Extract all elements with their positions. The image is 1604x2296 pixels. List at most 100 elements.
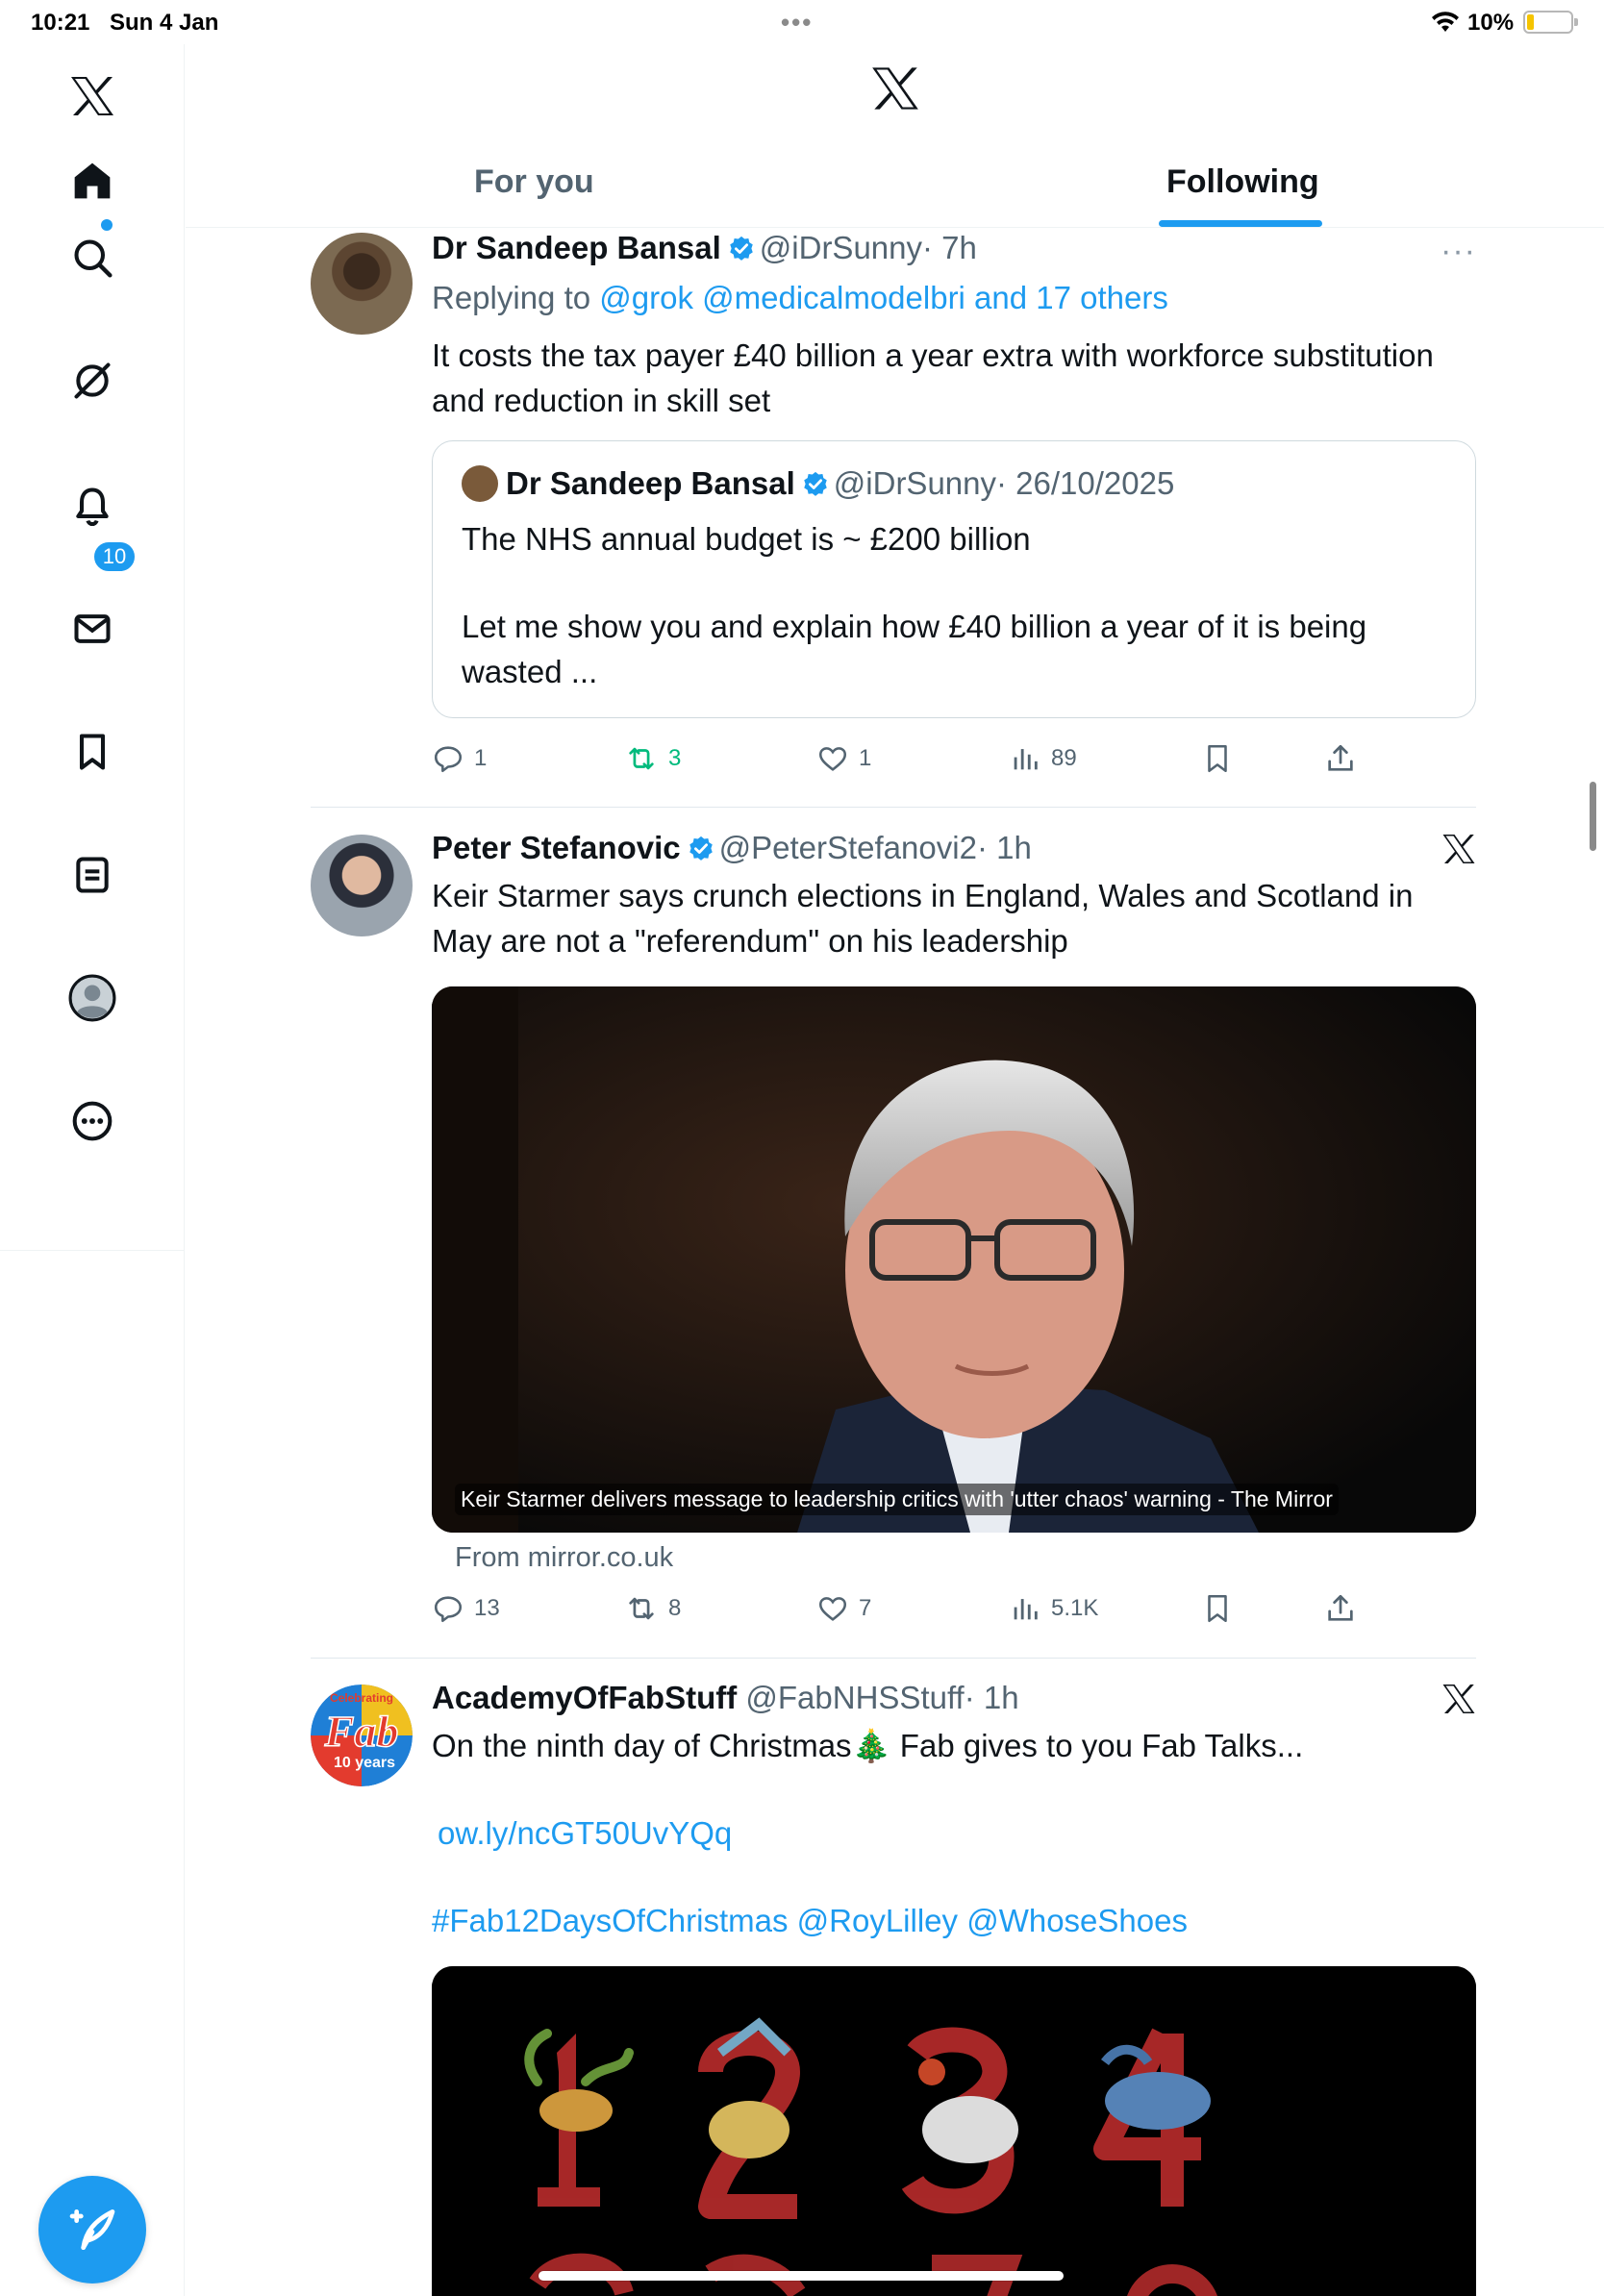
view-count: 5.1K: [1051, 1595, 1099, 1621]
profile-icon[interactable]: [63, 969, 121, 1027]
post-divider: [311, 807, 1476, 808]
bookmark-button[interactable]: [1201, 737, 1234, 780]
mention-link[interactable]: @RoyLilley: [797, 1903, 958, 1938]
post-avatar[interactable]: [311, 835, 413, 936]
author-name[interactable]: AcademyOfFabStuff: [432, 1680, 737, 1715]
views-button[interactable]: 5.1K: [1009, 1587, 1098, 1630]
timeline-header: For you Following: [186, 44, 1604, 228]
post-tags: #Fab12DaysOfChristmas @RoyLilley @WhoseS…: [432, 1898, 1476, 1943]
search-icon[interactable]: [63, 229, 121, 287]
x-grok-icon[interactable]: [1441, 1683, 1476, 1720]
share-button[interactable]: [1324, 1587, 1357, 1630]
verified-badge-icon: [730, 236, 753, 261]
tab-following[interactable]: Following: [1166, 163, 1319, 201]
quoted-author-handle: @iDrSunny: [833, 465, 997, 501]
hashtag-link[interactable]: #Fab12DaysOfChristmas: [432, 1903, 788, 1938]
quoted-post[interactable]: Dr Sandeep Bansal @iDrSunny· 26/10/2025 T…: [432, 440, 1476, 718]
x-header-logo-icon[interactable]: [870, 65, 920, 116]
quoted-text-1: The NHS annual budget is ~ £200 billion: [462, 521, 1031, 557]
view-count: 89: [1051, 745, 1077, 771]
notifications-badge: 10: [92, 540, 137, 573]
reply-icon: [434, 746, 463, 773]
reply-count: 1: [474, 745, 488, 771]
reply-button[interactable]: 1: [432, 737, 487, 780]
reply-targets-link[interactable]: @grok @medicalmodelbri and 17 others: [599, 280, 1168, 315]
more-options-icon[interactable]: ···: [1441, 233, 1476, 270]
multitasking-dots-icon[interactable]: •••: [781, 8, 813, 37]
post-header: Dr Sandeep Bansal @iDrSunny· 7h: [432, 229, 1476, 267]
active-tab-indicator: [1159, 220, 1322, 227]
replying-to-label: Replying to: [432, 280, 600, 315]
post-time: · 7h: [922, 230, 977, 265]
post-avatar[interactable]: [311, 233, 413, 335]
reply-button[interactable]: 13: [432, 1587, 500, 1630]
home-icon[interactable]: [63, 152, 121, 210]
battery-icon: [1523, 11, 1578, 34]
bookmark-icon: [1208, 1594, 1227, 1623]
grok-icon[interactable]: [63, 352, 121, 410]
views-icon: [1014, 1599, 1038, 1620]
like-count: 1: [859, 745, 872, 771]
heart-icon: [818, 1597, 847, 1621]
like-button[interactable]: 7: [816, 1587, 871, 1630]
verified-badge-icon: [804, 471, 827, 496]
quoted-author-name: Dr Sandeep Bansal: [506, 465, 795, 501]
share-icon: [1328, 744, 1353, 771]
status-date: Sun 4 Jan: [110, 10, 219, 36]
more-icon[interactable]: [63, 1092, 121, 1150]
lists-icon[interactable]: [63, 846, 121, 904]
verified-badge-icon: [689, 836, 713, 861]
quoted-header: Dr Sandeep Bansal @iDrSunny· 26/10/2025: [462, 464, 1446, 503]
notifications-icon[interactable]: [63, 477, 121, 535]
heart-icon: [818, 747, 847, 771]
status-bar: 10:21 Sun 4 Jan ••• 10%: [0, 0, 1604, 44]
views-button[interactable]: 89: [1009, 737, 1077, 780]
post-time: · 1h: [976, 830, 1032, 865]
author-handle[interactable]: @PeterStefanovi2: [719, 830, 977, 865]
messages-icon[interactable]: [63, 600, 121, 658]
bookmark-button[interactable]: [1201, 1587, 1234, 1630]
status-time: 10:21: [31, 10, 90, 36]
post-time: · 1h: [964, 1680, 1019, 1715]
post-divider: [311, 1658, 1476, 1659]
repost-icon: [629, 747, 654, 770]
post-text-part-2: Fab gives to you Fab Talks...: [890, 1728, 1304, 1763]
scrollbar[interactable]: [1590, 782, 1596, 851]
compose-button[interactable]: [38, 2176, 146, 2284]
quoted-text-2: Let me show you and explain how £40 bill…: [462, 609, 1367, 689]
reply-icon: [434, 1596, 463, 1623]
post-text: On the ninth day of Christmas🎄 Fab gives…: [432, 1723, 1476, 1768]
post-image[interactable]: [432, 1966, 1476, 2296]
quoted-avatar: [462, 465, 498, 502]
repost-button[interactable]: 8: [624, 1587, 681, 1630]
bookmark-icon: [1208, 744, 1227, 773]
author-handle[interactable]: @FabNHSStuff: [745, 1680, 964, 1715]
christmas-tree-emoji: 🎄: [851, 1728, 891, 1763]
author-handle[interactable]: @iDrSunny: [760, 230, 922, 265]
link-card-image[interactable]: Keir Starmer delivers message to leaders…: [432, 986, 1476, 1533]
link-card-source[interactable]: From mirror.co.uk: [432, 1542, 1476, 1574]
bookmarks-icon[interactable]: [63, 723, 121, 781]
compose-icon: [69, 2209, 115, 2250]
repost-count: 3: [668, 745, 682, 771]
repost-icon: [629, 1597, 654, 1620]
repost-button[interactable]: 3: [624, 737, 681, 780]
author-name[interactable]: Dr Sandeep Bansal: [432, 230, 721, 265]
share-button[interactable]: [1324, 737, 1357, 780]
author-name[interactable]: Peter Stefanovic: [432, 830, 681, 865]
avatar-text-10-years: 10 years: [334, 1755, 395, 1771]
post-actions: 13 8 7 5.1K: [432, 1587, 1476, 1645]
post-text-part-1: On the ninth day of Christmas: [432, 1728, 852, 1763]
tab-for-you[interactable]: For you: [474, 163, 594, 201]
fab-logo: Celebrating Fab 10 years: [311, 1685, 413, 1786]
post-text: Keir Starmer says crunch elections in En…: [432, 878, 1414, 959]
home-indicator[interactable]: [539, 2271, 1064, 2281]
x-logo-icon[interactable]: [63, 67, 121, 125]
post-avatar[interactable]: Celebrating Fab 10 years: [311, 1685, 413, 1786]
views-icon: [1014, 749, 1038, 770]
mention-link[interactable]: @WhoseShoes: [966, 1903, 1188, 1938]
like-button[interactable]: 1: [816, 737, 871, 780]
link-card-caption: Keir Starmer delivers message to leaders…: [455, 1484, 1339, 1515]
x-grok-icon[interactable]: [1441, 833, 1476, 870]
post-link[interactable]: ow.ly/ncGT50UvYQq: [432, 1810, 1476, 1856]
